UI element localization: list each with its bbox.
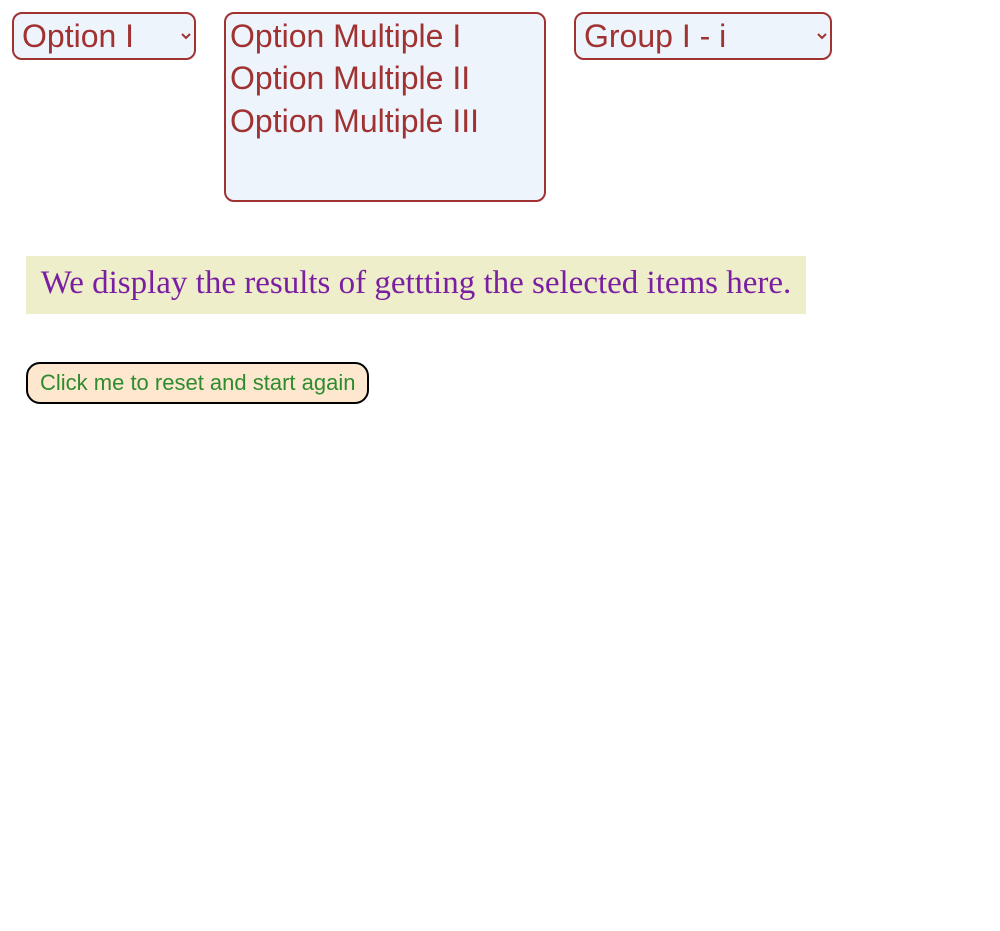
single-select[interactable]: Option I <box>12 12 196 60</box>
multiple-select[interactable]: Option Multiple I Option Multiple II Opt… <box>224 12 546 202</box>
selects-row: Option I Option Multiple I Option Multip… <box>12 12 1000 202</box>
group-select[interactable]: Group I - i <box>574 12 832 60</box>
multiple-select-option[interactable]: Option Multiple III <box>230 101 540 143</box>
reset-button-label: Click me to reset and start again <box>40 370 355 395</box>
results-text: We display the results of gettting the s… <box>41 265 792 301</box>
multiple-select-option[interactable]: Option Multiple II <box>230 58 540 100</box>
multiple-select-option[interactable]: Option Multiple I <box>230 16 540 58</box>
reset-button[interactable]: Click me to reset and start again <box>26 362 369 404</box>
results-panel: We display the results of gettting the s… <box>26 256 806 314</box>
